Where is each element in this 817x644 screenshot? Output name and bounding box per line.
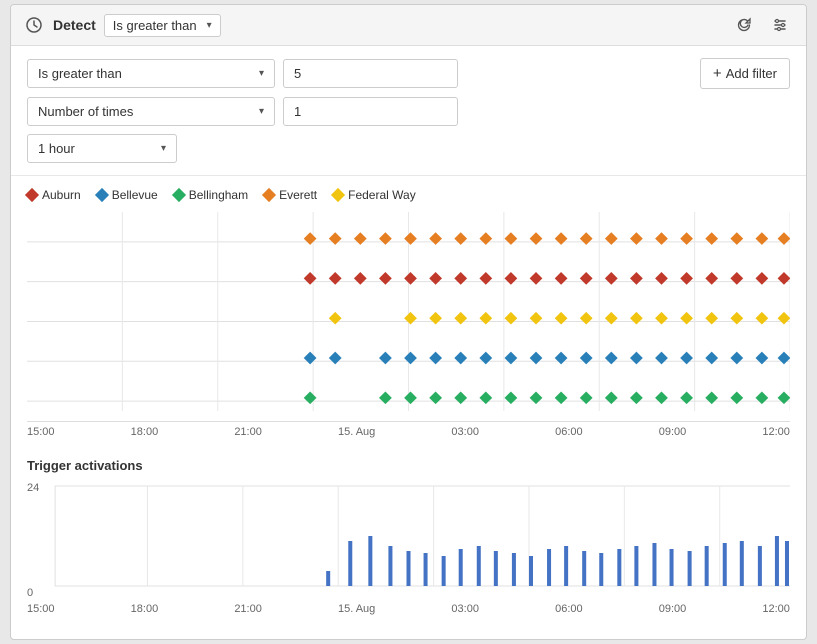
bar-svg: 24 0 bbox=[27, 481, 790, 601]
condition-select[interactable]: Is greater than ▾ bbox=[27, 59, 275, 88]
legend-everett: Everett bbox=[264, 188, 317, 202]
bellevue-dots bbox=[304, 352, 790, 365]
plus-icon: + bbox=[713, 65, 722, 82]
federalway-icon bbox=[331, 188, 345, 202]
chart-area: Auburn Bellevue Bellingham Everett Feder… bbox=[11, 176, 806, 446]
everett-dots bbox=[304, 232, 790, 245]
condition-value-input[interactable] bbox=[283, 59, 458, 88]
legend-bellingham: Bellingham bbox=[174, 188, 248, 202]
chevron-down-icon: ▾ bbox=[259, 106, 264, 117]
auburn-icon bbox=[25, 188, 39, 202]
chevron-down-icon: ▾ bbox=[207, 20, 212, 31]
bellingham-dots bbox=[304, 391, 790, 404]
main-panel: Detect Is greater than ▾ Is greater than… bbox=[10, 4, 807, 640]
time-select[interactable]: 1 hour ▾ bbox=[27, 134, 177, 163]
trigger-section: Trigger activations 24 0 bbox=[11, 446, 806, 639]
condition-dropdown-header[interactable]: Is greater than ▾ bbox=[104, 14, 221, 37]
detect-icon bbox=[23, 14, 45, 36]
legend-federalway: Federal Way bbox=[333, 188, 416, 202]
scatter-svg bbox=[27, 212, 790, 421]
detect-label: Detect bbox=[53, 17, 96, 33]
chevron-down-icon: ▾ bbox=[161, 143, 166, 154]
bellevue-icon bbox=[95, 188, 109, 202]
frequency-value-input[interactable] bbox=[283, 97, 458, 126]
chart-legend: Auburn Bellevue Bellingham Everett Feder… bbox=[27, 188, 790, 202]
settings-button[interactable] bbox=[766, 11, 794, 39]
legend-bellevue: Bellevue bbox=[97, 188, 158, 202]
bellingham-icon bbox=[172, 188, 186, 202]
header: Detect Is greater than ▾ bbox=[11, 5, 806, 46]
time-row: 1 hour ▾ bbox=[27, 134, 790, 163]
refresh-button[interactable] bbox=[730, 11, 758, 39]
federalway-dots bbox=[329, 312, 790, 325]
auburn-dots bbox=[304, 272, 790, 285]
svg-text:24: 24 bbox=[27, 482, 39, 494]
bar-chart: 24 0 bbox=[27, 481, 790, 601]
scatter-chart bbox=[27, 212, 790, 422]
everett-icon bbox=[262, 188, 276, 202]
condition-row: Is greater than ▾ + Add filter bbox=[27, 58, 790, 89]
trigger-title: Trigger activations bbox=[27, 458, 790, 473]
trigger-x-axis: 15:00 18:00 21:00 15. Aug 03:00 06:00 09… bbox=[27, 601, 790, 623]
frequency-row: Number of times ▾ bbox=[27, 97, 790, 126]
frequency-select[interactable]: Number of times ▾ bbox=[27, 97, 275, 126]
add-filter-button[interactable]: + Add filter bbox=[700, 58, 790, 89]
scatter-x-axis: 15:00 18:00 21:00 15. Aug 03:00 06:00 09… bbox=[27, 422, 790, 446]
svg-text:0: 0 bbox=[27, 587, 33, 599]
legend-auburn: Auburn bbox=[27, 188, 81, 202]
controls-section: Is greater than ▾ + Add filter Number of… bbox=[11, 46, 806, 176]
chevron-down-icon: ▾ bbox=[259, 68, 264, 79]
